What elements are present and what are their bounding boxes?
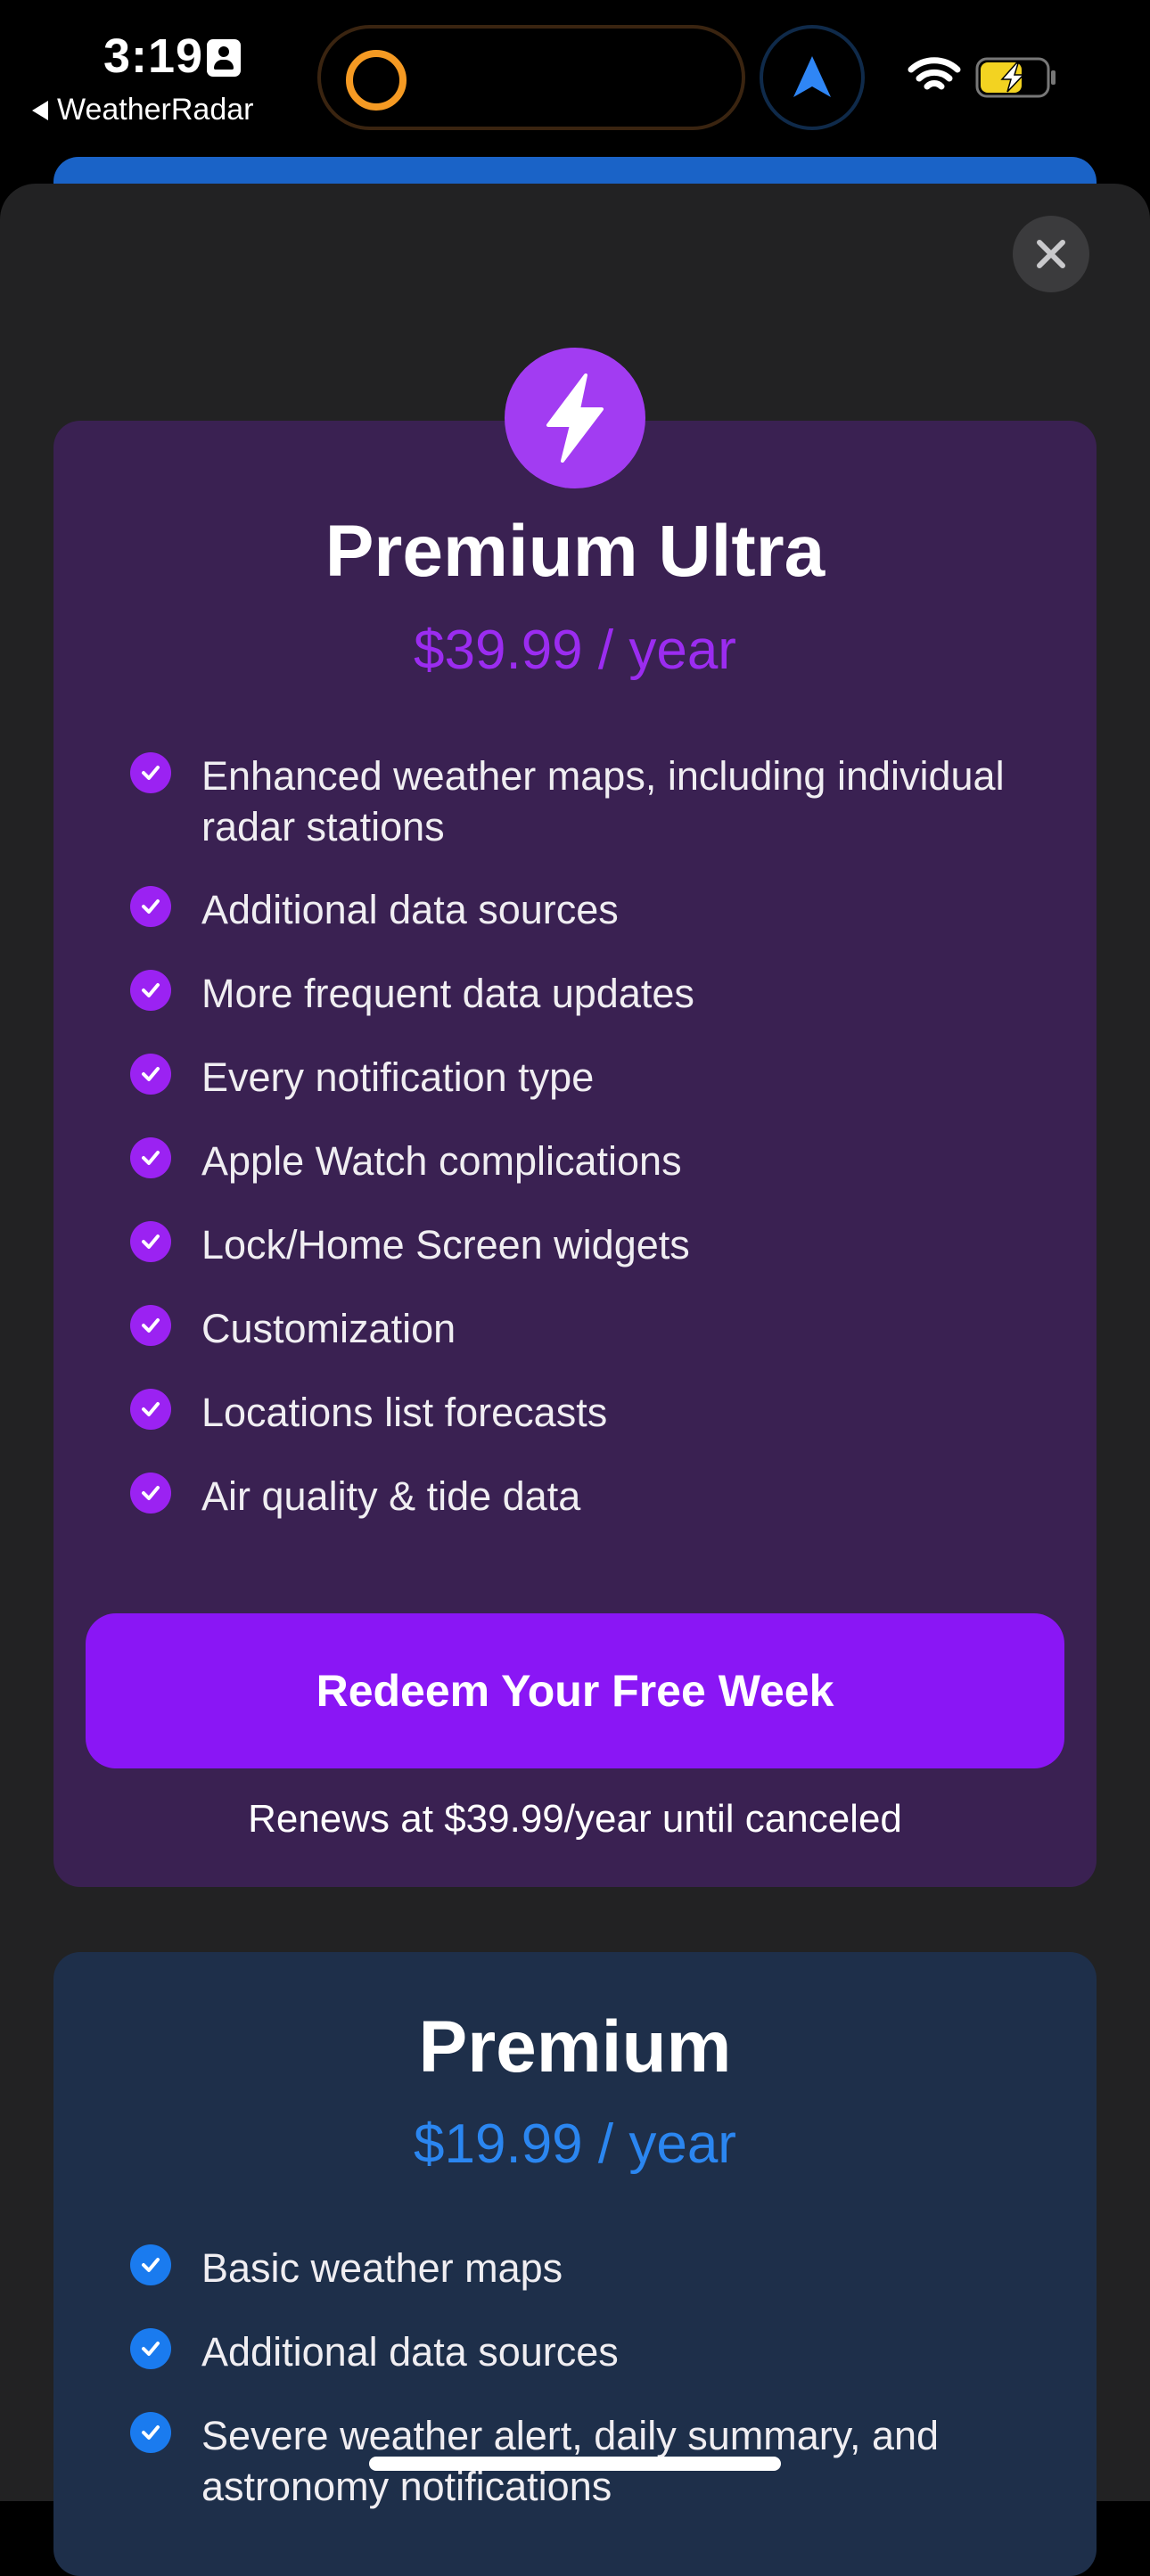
ultra-feature-text: Lock/Home Screen widgets bbox=[201, 1222, 690, 1267]
ultra-feature-text: Apple Watch complications bbox=[201, 1138, 682, 1184]
ultra-feature-item: Locations list forecasts bbox=[130, 1387, 1022, 1438]
redeem-free-week-button[interactable]: Redeem Your Free Week bbox=[86, 1613, 1064, 1768]
ultra-feature-item: More frequent data updates bbox=[130, 968, 1022, 1019]
checkmark-icon bbox=[130, 1473, 171, 1514]
premium-plan-price: $19.99 / year bbox=[414, 2113, 736, 2175]
battery-charging-icon bbox=[975, 57, 1056, 98]
back-app-label: WeatherRadar bbox=[57, 93, 254, 127]
ultra-feature-text: Locations list forecasts bbox=[201, 1390, 608, 1435]
back-to-app-link[interactable]: WeatherRadar bbox=[32, 93, 254, 127]
checkmark-icon bbox=[130, 1221, 171, 1262]
checkmark-icon bbox=[130, 1137, 171, 1178]
ultra-renewal-text: Renews at $39.99/year until canceled bbox=[248, 1797, 902, 1841]
ultra-feature-item: Every notification type bbox=[130, 1052, 1022, 1103]
checkmark-icon bbox=[130, 752, 171, 793]
premium-feature-item: Basic weather maps bbox=[130, 2243, 1022, 2293]
checkmark-icon bbox=[130, 970, 171, 1011]
back-arrow-icon bbox=[32, 100, 48, 120]
timer-ring-icon bbox=[346, 50, 407, 111]
ultra-feature-text: Enhanced weather maps, including individ… bbox=[201, 753, 1005, 849]
checkmark-icon bbox=[130, 886, 171, 927]
contact-card-icon bbox=[207, 39, 241, 77]
navigation-arrow-icon bbox=[793, 56, 831, 97]
wifi-icon bbox=[908, 57, 961, 90]
checkmark-icon bbox=[130, 2328, 171, 2369]
ultra-feature-text: Additional data sources bbox=[201, 887, 619, 932]
ultra-badge bbox=[505, 348, 645, 488]
ultra-feature-item: Customization bbox=[130, 1303, 1022, 1354]
checkmark-icon bbox=[130, 1389, 171, 1430]
checkmark-icon bbox=[130, 1054, 171, 1095]
lightning-bolt-icon bbox=[546, 373, 604, 463]
ultra-feature-text: Air quality & tide data bbox=[201, 1473, 581, 1519]
ultra-feature-text: Customization bbox=[201, 1306, 456, 1351]
status-time: 3:19 bbox=[103, 29, 204, 83]
ultra-feature-text: More frequent data updates bbox=[201, 971, 694, 1016]
ultra-feature-item: Enhanced weather maps, including individ… bbox=[130, 751, 1022, 852]
checkmark-icon bbox=[130, 2244, 171, 2285]
close-icon bbox=[1037, 240, 1065, 268]
ultra-feature-item: Lock/Home Screen widgets bbox=[130, 1219, 1022, 1270]
ultra-feature-item: Additional data sources bbox=[130, 884, 1022, 935]
ultra-plan-title: Premium Ultra bbox=[324, 511, 826, 592]
ultra-feature-item: Air quality & tide data bbox=[130, 1471, 1022, 1522]
premium-feature-text: Additional data sources bbox=[201, 2329, 619, 2375]
premium-feature-item: Additional data sources bbox=[130, 2326, 1022, 2377]
home-indicator[interactable] bbox=[369, 2457, 781, 2471]
premium-feature-text: Basic weather maps bbox=[201, 2245, 563, 2291]
ultra-plan-price: $39.99 / year bbox=[414, 619, 736, 681]
ultra-feature-item: Apple Watch complications bbox=[130, 1136, 1022, 1186]
checkmark-icon bbox=[130, 2412, 171, 2453]
premium-plan-title: Premium bbox=[418, 2006, 732, 2088]
status-bar: 3:19 WeatherRadar bbox=[0, 0, 1150, 178]
checkmark-icon bbox=[130, 1305, 171, 1346]
ultra-feature-text: Every notification type bbox=[201, 1054, 595, 1100]
navigation-activity[interactable] bbox=[760, 25, 865, 130]
close-button[interactable] bbox=[1013, 216, 1089, 292]
dynamic-island[interactable] bbox=[317, 25, 745, 130]
